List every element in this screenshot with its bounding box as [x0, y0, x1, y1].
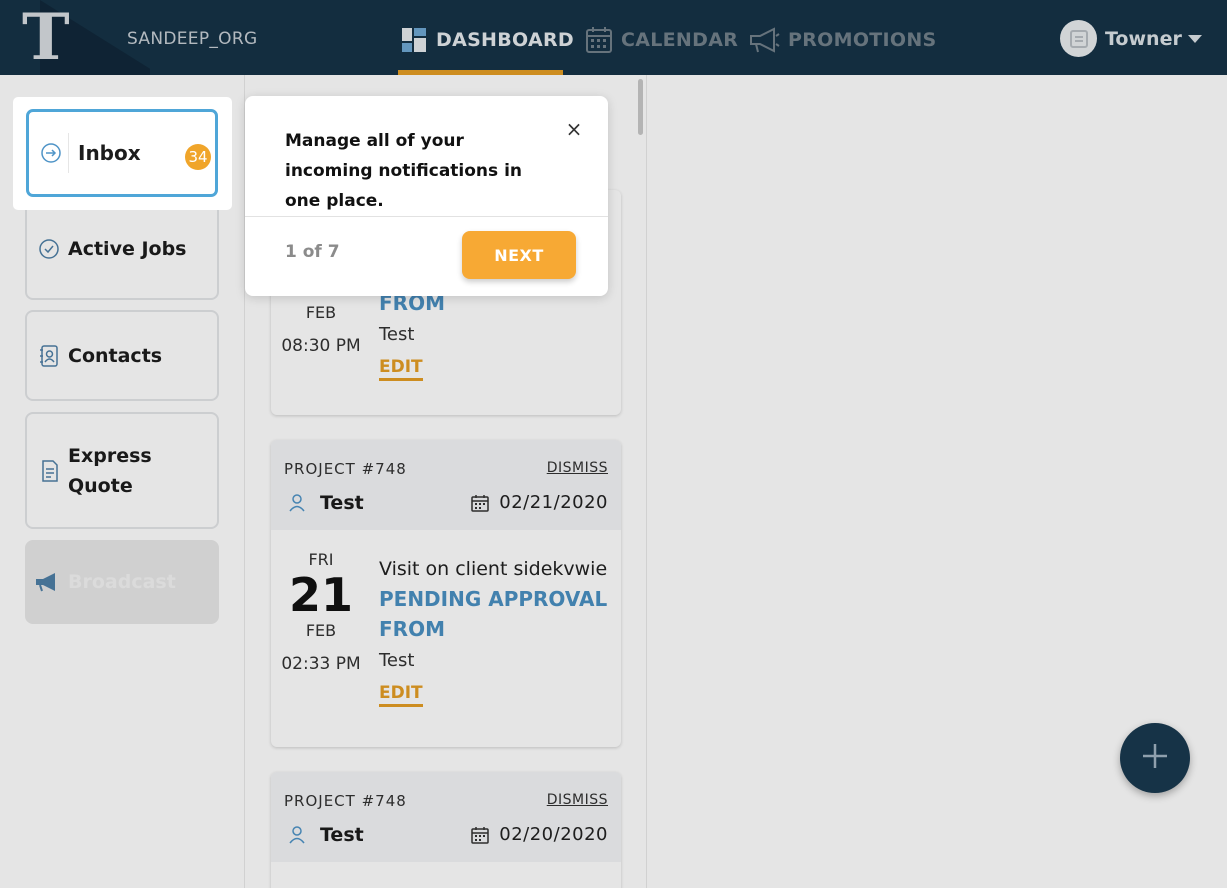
close-icon[interactable]: × [565, 117, 583, 141]
tour-popover: Manage all of your incoming notification… [245, 96, 608, 296]
next-button[interactable]: NEXT [462, 231, 576, 279]
inbox-count-badge: 34 [185, 144, 211, 170]
plus-icon [1140, 741, 1170, 775]
tour-step-counter: 1 of 7 [285, 242, 340, 262]
divider [68, 133, 69, 173]
tour-message: Manage all of your incoming notification… [285, 131, 523, 211]
divider [245, 216, 608, 217]
add-button[interactable] [1120, 723, 1190, 793]
sidebar-item-inbox[interactable]: Inbox 34 [26, 109, 218, 197]
arrow-circle-icon [40, 142, 62, 164]
sidebar-item-label: Inbox [78, 141, 141, 165]
